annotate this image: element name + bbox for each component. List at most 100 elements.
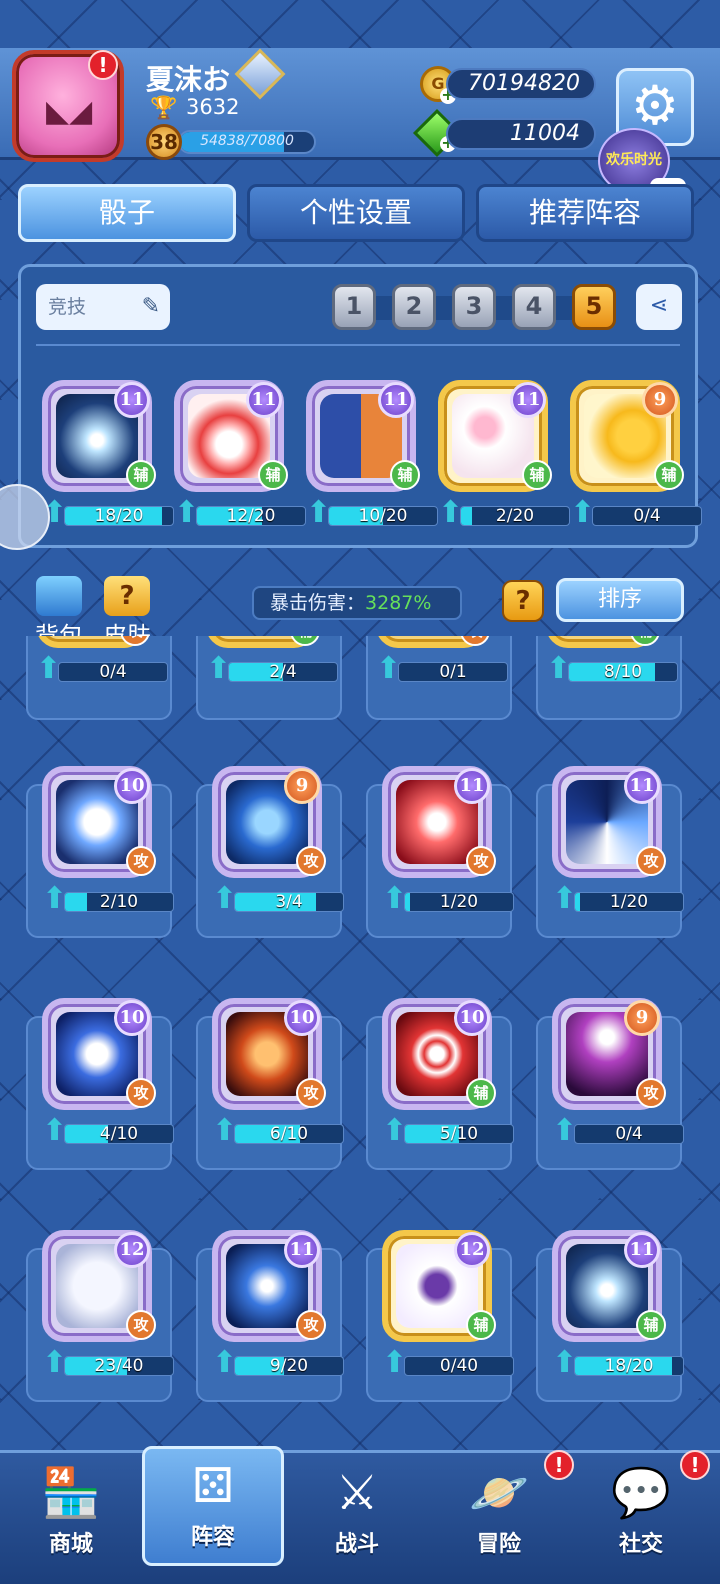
die-level-badge: 11 [284, 1232, 320, 1268]
upgrade-arrow-icon[interactable]: ⬆ [382, 884, 412, 916]
deck-die-card[interactable]: 11 辅 12/20 ⬆ [164, 380, 306, 530]
nav-label: 战斗 [334, 1532, 379, 1557]
collection-die-card[interactable]: 11 攻 1/20 ⬆ [372, 766, 514, 916]
pencil-icon[interactable]: ✎ [142, 284, 160, 330]
upgrade-arrow-icon[interactable]: ⬆ [570, 498, 600, 530]
die-upgrade-progress: 2/10 ⬆ [42, 884, 174, 914]
progress-text: 1/20 [609, 892, 649, 912]
nav-label: 冒险 [476, 1532, 521, 1557]
die-frame: 12 攻 [42, 1230, 156, 1342]
progress-bar: 18/20 [64, 506, 174, 526]
die-type-badge: 辅 [290, 636, 320, 646]
upgrade-arrow-icon[interactable]: ⬆ [546, 654, 576, 686]
die-upgrade-progress: 0/4 ⬆ [552, 1116, 684, 1146]
deck-mode-label: 竞技 [48, 296, 87, 318]
xp-bar: 54838/70800 [178, 130, 316, 154]
tab-recommended-lineup[interactable]: 推荐阵容 [476, 184, 694, 242]
collection-die-card[interactable]: 12 攻 23/40 ⬆ [32, 1230, 174, 1380]
collection-die-card[interactable]: 11 攻 9/20 ⬆ [202, 1230, 344, 1380]
deck-slot-1[interactable]: 1 [332, 284, 376, 330]
die-level-badge: 10 [114, 768, 150, 804]
deck-slot-4[interactable]: 4 [512, 284, 556, 330]
die-type-badge: 辅 [466, 1078, 496, 1108]
progress-text: 5/10 [439, 1124, 479, 1144]
upgrade-arrow-icon[interactable]: ⬆ [382, 1348, 412, 1380]
upgrade-arrow-icon[interactable]: ⬆ [174, 498, 204, 530]
progress-bar: 18/20 [574, 1356, 684, 1376]
collection-die-card[interactable]: 10 攻 4/10 ⬆ [32, 998, 174, 1148]
die-type-badge: 辅 [390, 460, 420, 490]
progress-bar: 0/40 [404, 1356, 514, 1376]
collection-die-card[interactable]: 辅 2/4 ⬆ [196, 636, 338, 686]
die-type-badge: 攻 [636, 846, 666, 876]
die-upgrade-progress: 0/4 ⬆ [570, 498, 702, 528]
collection-die-card[interactable]: 12 辅 0/40 ⬆ [372, 1230, 514, 1380]
die-level-badge: 11 [624, 768, 660, 804]
collection-die-card[interactable]: 10 辅 5/10 ⬆ [372, 998, 514, 1148]
upgrade-arrow-icon[interactable]: ⬆ [42, 884, 72, 916]
die-upgrade-progress: 10/20 ⬆ [306, 498, 438, 528]
nav-shop[interactable]: 🏪 商城 [0, 1456, 142, 1580]
upgrade-arrow-icon[interactable]: ⬆ [212, 1116, 242, 1148]
nav-label: 商城 [48, 1532, 93, 1557]
upgrade-arrow-icon[interactable]: ⬆ [552, 884, 582, 916]
deck-slot-2[interactable]: 2 [392, 284, 436, 330]
collection-die-card[interactable]: 10 攻 6/10 ⬆ [202, 998, 344, 1148]
upgrade-arrow-icon[interactable]: ⬆ [206, 654, 236, 686]
deck-slot-5[interactable]: 5 [572, 284, 616, 330]
deck-die-card[interactable]: 11 辅 2/20 ⬆ [428, 380, 570, 530]
die-upgrade-progress: 23/40 ⬆ [42, 1348, 174, 1378]
collection-die-card[interactable]: 9 攻 0/4 ⬆ [542, 998, 684, 1148]
upgrade-arrow-icon[interactable]: ⬆ [212, 1348, 242, 1380]
backpack-icon [36, 576, 82, 616]
upgrade-arrow-icon[interactable]: ⬆ [552, 1348, 582, 1380]
upgrade-arrow-icon[interactable]: ⬆ [36, 654, 66, 686]
trophy-count: 3632 [186, 95, 240, 119]
collection-die-card[interactable]: 攻 0/4 ⬆ [26, 636, 168, 686]
nav-dice[interactable]: ⚄ 阵容 [142, 1446, 284, 1566]
die-level-badge: 11 [114, 382, 150, 418]
collection-die-card[interactable]: 辅 8/10 ⬆ [536, 636, 678, 686]
die-upgrade-progress: 4/10 ⬆ [42, 1116, 174, 1146]
upgrade-arrow-icon[interactable]: ⬆ [212, 884, 242, 916]
collection-die-card[interactable]: 11 辅 18/20 ⬆ [542, 1230, 684, 1380]
share-icon: ⋖ [649, 293, 669, 318]
nav-chat-bubbles[interactable]: 💬 社交! [570, 1450, 712, 1580]
deck-mode-field[interactable]: 竞技 ✎ [36, 284, 170, 330]
die-upgrade-progress: 0/4 ⬆ [36, 654, 168, 684]
sort-button[interactable]: 排序 [556, 578, 684, 622]
progress-text: 12/20 [226, 506, 276, 526]
deck-die-card[interactable]: 9 辅 0/4 ⬆ [560, 380, 702, 530]
collection-die-card[interactable]: 9 攻 3/4 ⬆ [202, 766, 344, 916]
progress-bar: 9/20 [234, 1356, 344, 1376]
upgrade-arrow-icon[interactable]: ⬆ [438, 498, 468, 530]
share-button[interactable]: ⋖ [636, 284, 682, 330]
deck-die-card[interactable]: 11 辅 10/20 ⬆ [296, 380, 438, 530]
die-level-badge: 11 [510, 382, 546, 418]
help-button[interactable]: ? [502, 580, 544, 622]
upgrade-arrow-icon[interactable]: ⬆ [306, 498, 336, 530]
deck-slot-3[interactable]: 3 [452, 284, 496, 330]
collection-die-card[interactable]: 攻 0/1 ⬆ [366, 636, 508, 686]
tab-dice[interactable]: 骰子 [18, 184, 236, 242]
die-type-badge: 攻 [460, 636, 490, 646]
nav-planet[interactable]: 🪐 冒险! [428, 1450, 574, 1580]
upgrade-arrow-icon[interactable]: ⬆ [42, 1116, 72, 1148]
avatar-face-icon: ◣◢ [46, 94, 93, 129]
nav-label: 社交 [618, 1532, 663, 1557]
tab-personalization[interactable]: 个性设置 [247, 184, 465, 242]
nav-crossed-swords[interactable]: ⚔ 战斗 [286, 1456, 428, 1580]
die-type-badge: 攻 [120, 636, 150, 646]
progress-text: 0/4 [633, 506, 661, 526]
upgrade-arrow-icon[interactable]: ⬆ [552, 1116, 582, 1148]
die-level-badge: 9 [642, 382, 678, 418]
collection-die-card[interactable]: 10 攻 2/10 ⬆ [32, 766, 174, 916]
die-level-badge: 12 [114, 1232, 150, 1268]
upgrade-arrow-icon[interactable]: ⬆ [376, 654, 406, 686]
collection-die-card[interactable]: 11 攻 1/20 ⬆ [542, 766, 684, 916]
upgrade-arrow-icon[interactable]: ⬆ [382, 1116, 412, 1148]
skin-question-icon: ? [104, 576, 150, 616]
progress-bar: 2/10 [64, 892, 174, 912]
upgrade-arrow-icon[interactable]: ⬆ [42, 1348, 72, 1380]
deck-die-card[interactable]: 11 辅 18/20 ⬆ [32, 380, 174, 530]
